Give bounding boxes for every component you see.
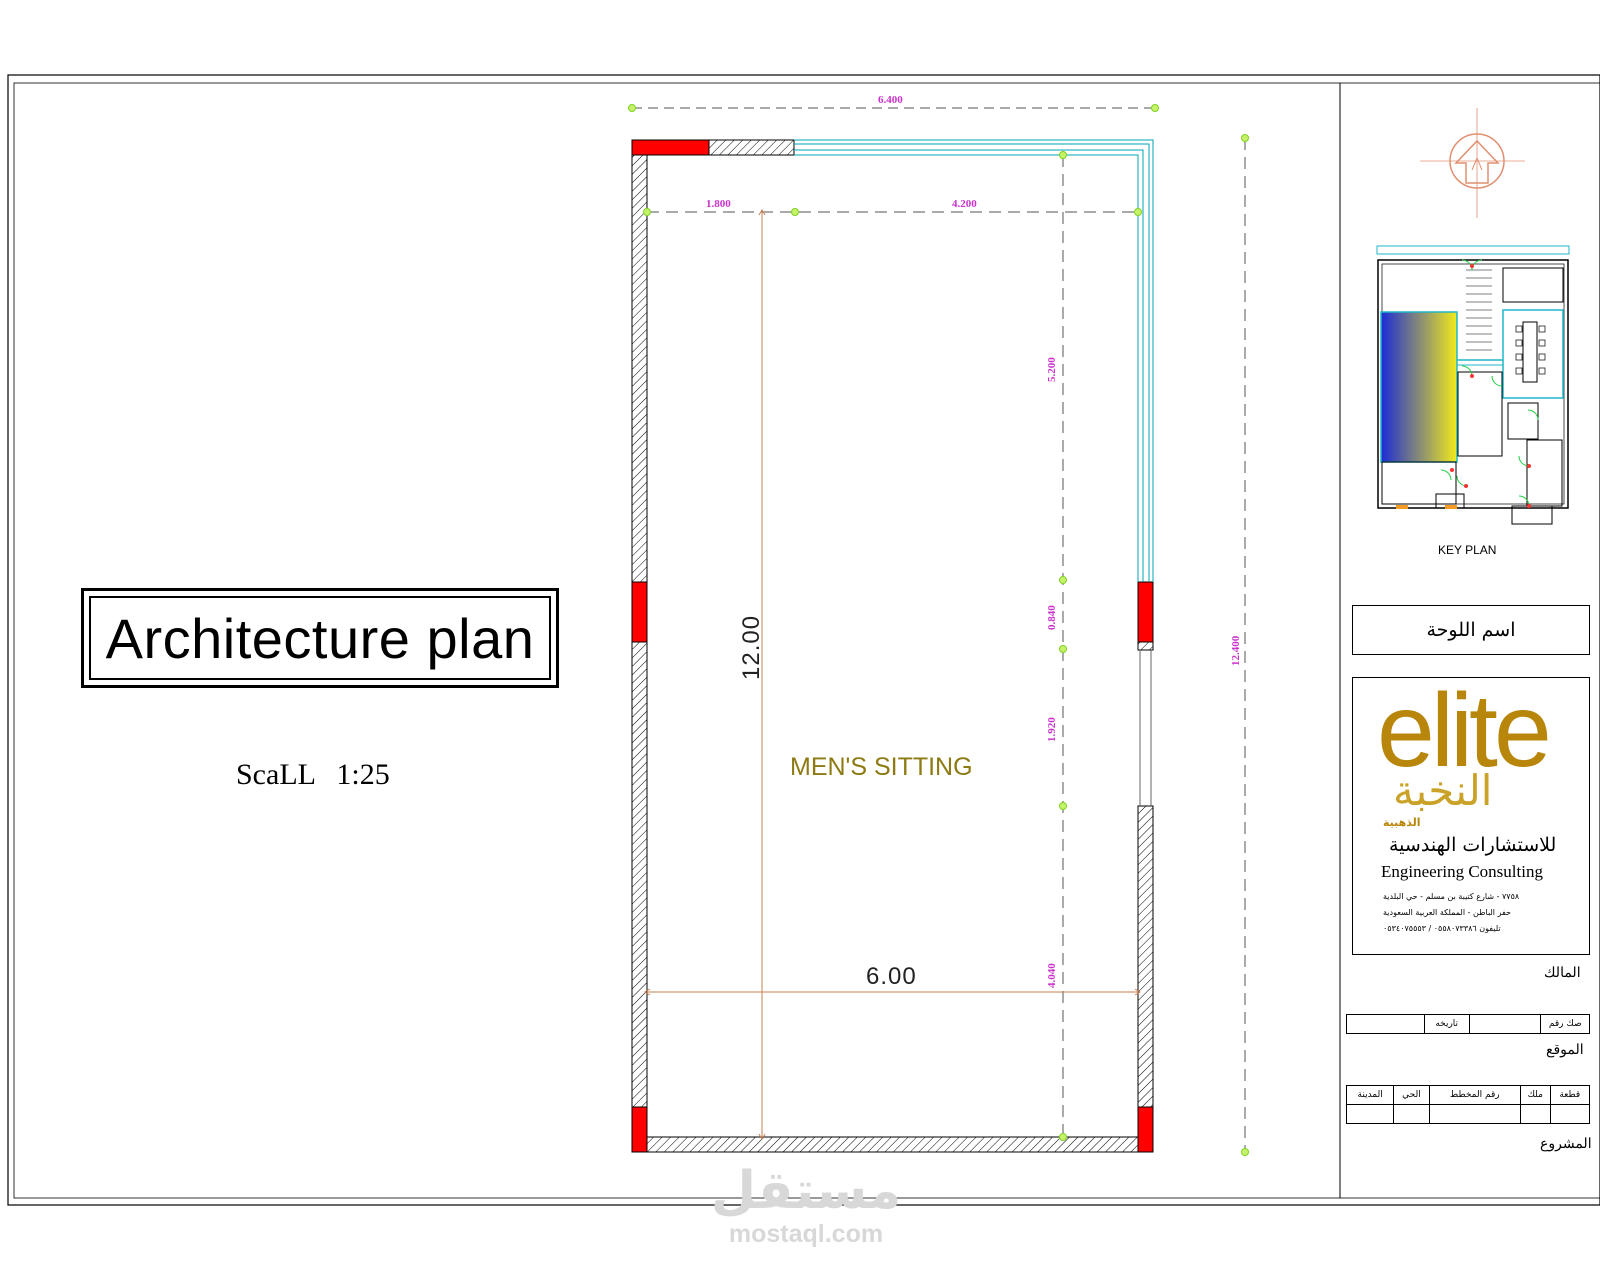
logo-address-line-2: حفر الباطن - المملكة العربية السعودية xyxy=(1383,908,1511,917)
owner-label: المالك xyxy=(1544,965,1581,981)
watermark-arabic: مستقل xyxy=(710,1161,902,1221)
logo-consulting-english: Engineering Consulting xyxy=(1381,862,1543,881)
site-col-district: الحي xyxy=(1393,1085,1430,1105)
glazing-lines xyxy=(794,139,1154,806)
plan-walls xyxy=(631,139,1154,1153)
room-label: MEN'S SITTING xyxy=(790,753,973,781)
watermark: مستقل mostaql.com xyxy=(706,1162,906,1249)
site-col-property: ملك xyxy=(1519,1085,1551,1105)
site-col-city: المدينة xyxy=(1345,1085,1395,1105)
site-value-plan-number xyxy=(1428,1104,1521,1124)
company-logo: elite النخبة الذهبية للاستشارات الهندسية… xyxy=(1352,673,1590,955)
site-label: الموقع xyxy=(1546,1042,1584,1058)
logo-arabic-sub: الذهبية xyxy=(1383,816,1421,829)
scale-text: ScaLL 1:25 xyxy=(236,758,390,791)
site-value-city xyxy=(1345,1104,1395,1124)
dim-overall-width: 6.400 xyxy=(878,94,903,106)
watermark-latin: mostaql.com xyxy=(728,1220,884,1248)
north-arrow-icon xyxy=(1420,108,1525,218)
deed-number-label: صك رقم xyxy=(1540,1014,1590,1034)
dim-segment-left: 1.800 xyxy=(706,198,731,210)
logo-arabic-name: النخبة xyxy=(1393,766,1493,815)
deed-date-label: تاريخه xyxy=(1423,1014,1470,1034)
dim-interior-width: 6.00 xyxy=(866,963,917,990)
grid-lines xyxy=(643,134,1249,1156)
dim-right-segment-3: 1.920 xyxy=(1046,717,1058,742)
logo-consulting-arabic: للاستشارات الهندسية xyxy=(1389,834,1557,856)
interior-dimension-lines xyxy=(644,209,1141,1140)
site-table: المدينة الحي رقم المخطط ملك قطعة xyxy=(1345,1085,1591,1124)
site-value-property xyxy=(1519,1104,1551,1124)
site-value-district xyxy=(1393,1104,1430,1124)
board-name-field: اسم اللوحة xyxy=(1352,605,1590,655)
deed-date-value xyxy=(1346,1014,1425,1034)
drawing-title: Architecture plan xyxy=(105,606,535,670)
deed-table: تاريخه صك رقم xyxy=(1346,1014,1590,1034)
site-value-plot xyxy=(1549,1104,1591,1124)
logo-phone-line: تليفون ٠٥٥٨٠٧٣٣٨٦ / ٠٥٣٤٠٧٥٥٥٣ xyxy=(1383,924,1501,933)
key-plan xyxy=(1376,245,1570,525)
site-col-plan-number: رقم المخطط xyxy=(1428,1085,1521,1105)
site-col-plot: قطعة xyxy=(1549,1085,1591,1105)
logo-address-line-1: ٧٧٥٨ - شارع كتيبة بن مسلم - حي البلدية xyxy=(1383,892,1520,901)
board-name-label: اسم اللوحة xyxy=(1426,619,1516,641)
project-label: المشروع xyxy=(1540,1136,1592,1152)
deed-number-value xyxy=(1468,1014,1542,1034)
dim-overall-length: 12.400 xyxy=(1230,635,1242,666)
dim-interior-length: 12.00 xyxy=(738,614,765,680)
dim-right-segment-2: 0.840 xyxy=(1046,605,1058,630)
dim-right-segment-4: 4.040 xyxy=(1046,963,1058,988)
drawing-title-box: Architecture plan xyxy=(81,588,559,688)
key-plan-label: KEY PLAN xyxy=(1438,543,1497,557)
dim-right-segment-1: 5.200 xyxy=(1046,357,1058,382)
dim-segment-right: 4.200 xyxy=(952,198,977,210)
